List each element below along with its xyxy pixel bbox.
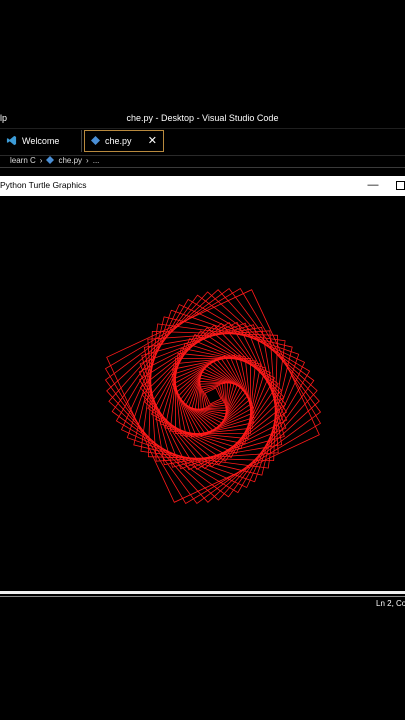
spiral-square xyxy=(177,360,249,432)
turtle-spiral-drawing xyxy=(104,287,322,505)
spiral-square xyxy=(155,338,271,454)
status-line-column[interactable]: Ln 2, Co xyxy=(376,599,405,608)
spiral-square xyxy=(172,355,254,437)
tab-che-py[interactable]: che.py ✕ xyxy=(84,130,164,152)
tab-label: Welcome xyxy=(22,136,60,146)
tab-welcome[interactable]: Welcome xyxy=(0,130,82,152)
spiral-square xyxy=(172,355,254,437)
spiral-square xyxy=(106,289,320,503)
spiral-square xyxy=(171,354,255,438)
minimize-icon[interactable]: — xyxy=(366,177,380,193)
chevron-right-icon: › xyxy=(86,156,89,165)
spiral-square xyxy=(139,322,287,470)
python-file-icon xyxy=(46,155,55,166)
spiral-square xyxy=(147,330,279,462)
spiral-square xyxy=(173,356,253,436)
spiral-square xyxy=(147,330,279,462)
spiral-square xyxy=(150,333,276,459)
spiral-square xyxy=(120,303,306,489)
spiral-square xyxy=(147,330,279,462)
spiral-square xyxy=(204,387,222,405)
close-icon[interactable]: ✕ xyxy=(148,135,157,147)
maximize-icon[interactable] xyxy=(393,177,405,193)
spiral-square xyxy=(106,289,320,503)
spiral-square xyxy=(143,326,283,466)
breadcrumb-ellipsis[interactable]: ... xyxy=(93,156,100,165)
spiral-square xyxy=(141,324,285,468)
window-title: che.py - Desktop - Visual Studio Code xyxy=(126,113,279,123)
spiral-square xyxy=(108,291,318,501)
breadcrumb-file[interactable]: che.py xyxy=(58,156,82,165)
chevron-right-icon: › xyxy=(39,156,43,165)
spiral-square xyxy=(141,324,285,468)
breadcrumb-folder[interactable]: learn C xyxy=(10,156,36,165)
python-file-icon xyxy=(91,135,100,147)
taskbar-divider xyxy=(0,591,405,594)
spiral-square xyxy=(139,322,287,470)
spiral-square xyxy=(104,287,322,505)
spiral-square xyxy=(199,382,227,410)
vscode-logo-icon xyxy=(6,135,17,148)
spiral-square xyxy=(171,354,255,438)
spiral-square xyxy=(197,380,229,412)
turtle-window-title: Python Turtle Graphics xyxy=(0,180,87,190)
breadcrumb: learn C › che.py › ... xyxy=(0,154,405,168)
spiral-square xyxy=(104,287,322,505)
spiral-square xyxy=(111,294,315,498)
spiral-square xyxy=(200,383,226,409)
spiral-square xyxy=(133,316,293,476)
status-bar-divider xyxy=(0,596,405,597)
tab-label: che.py xyxy=(105,136,132,146)
spiral-square xyxy=(173,356,253,436)
turtle-canvas xyxy=(0,196,405,591)
spiral-square xyxy=(140,323,286,469)
spiral-square xyxy=(182,365,244,427)
